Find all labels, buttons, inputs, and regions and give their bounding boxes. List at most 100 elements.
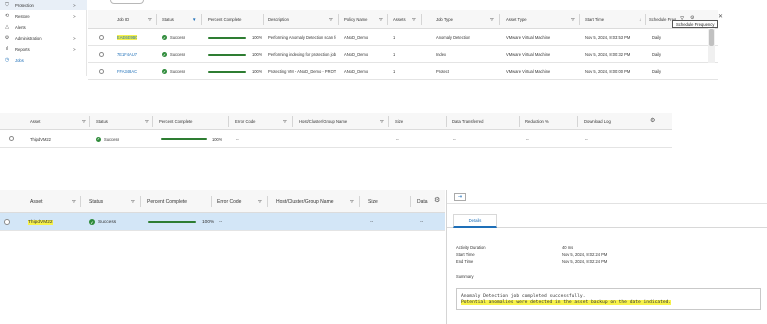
asset-type-cell: VMware Virtual Machine: [506, 69, 551, 74]
col-download-log[interactable]: Download Log: [584, 113, 611, 130]
table-header: Job ID ⛛ Status ▼ Percent Complete Descr…: [88, 10, 718, 29]
filter-icon[interactable]: ⛛: [148, 17, 152, 22]
column-divider: [577, 116, 578, 127]
col-asset[interactable]: Asset: [30, 113, 40, 130]
job-id-link[interactable]: 7E1F4AU7: [117, 52, 137, 57]
filter-icon[interactable]: ⛛: [350, 199, 354, 204]
sort-down-icon[interactable]: ↓: [639, 17, 641, 22]
table-row[interactable]: 7E1F4AU7 ✓ Success 100% Performing indexi…: [88, 46, 718, 63]
chevron-right-icon: >: [73, 2, 76, 8]
row-radio[interactable]: [99, 69, 104, 74]
table-row[interactable]: EAE6E9B0 ✓ Success 100% Performing Anomal…: [88, 29, 718, 46]
column-divider: [388, 116, 389, 127]
table-row[interactable]: ThipdVM22 ✓ Success 100% -- -- -- -- --: [0, 130, 672, 148]
filter-icon[interactable]: ⛛: [131, 199, 135, 204]
filter-icon[interactable]: ⛛: [490, 17, 494, 22]
job-id-link[interactable]: FFA348AC: [117, 69, 137, 74]
col-percent-complete[interactable]: Percent Complete: [147, 190, 187, 213]
reports-icon: ıl: [5, 46, 9, 52]
filter-icon[interactable]: ⛛: [283, 119, 287, 124]
col-percent-complete[interactable]: Percent Complete: [208, 10, 242, 29]
sidebar-item-protection[interactable]: ⛉ Protection >: [0, 0, 87, 10]
size-cell: --: [370, 219, 374, 225]
status-text: Success: [170, 35, 186, 40]
toolbar-button[interactable]: [110, 0, 144, 4]
sidebar-item-administration[interactable]: ⚙ Administration >: [0, 33, 87, 43]
col-start-time[interactable]: Start Time: [585, 10, 604, 29]
column-divider: [421, 14, 422, 25]
col-status[interactable]: Status: [89, 190, 103, 213]
reduction-cell: --: [526, 136, 529, 142]
start-time-cell: Nov 5, 2024, 8:00:32 PM: [585, 52, 631, 57]
col-error-code[interactable]: Error Code: [217, 190, 241, 213]
filter-icon[interactable]: ⛛: [380, 119, 384, 124]
col-asset-type[interactable]: Asset Type: [506, 10, 527, 29]
job-id-link[interactable]: EAE6E9B0: [117, 35, 138, 40]
col-data[interactable]: Data: [417, 190, 428, 213]
assets-cell: 1: [393, 52, 396, 57]
filter-icon[interactable]: ⛛: [82, 119, 86, 124]
col-assets[interactable]: Assets: [393, 10, 406, 29]
col-status[interactable]: Status: [96, 113, 108, 130]
filter-icon[interactable]: ⛛: [329, 17, 333, 22]
drawer-header: ⇥: [447, 190, 767, 204]
tab-details[interactable]: Details: [453, 214, 497, 228]
col-status[interactable]: Status: [162, 10, 174, 29]
job-type-cell: Anomaly Detection: [436, 35, 471, 40]
col-data-transferred[interactable]: Data Transferred: [452, 113, 483, 130]
row-radio[interactable]: [99, 35, 104, 40]
chevron-right-icon: >: [73, 35, 76, 41]
col-size[interactable]: Size: [368, 190, 378, 213]
close-icon[interactable]: ✕: [718, 13, 723, 20]
collapse-drawer-button[interactable]: ⇥: [454, 193, 466, 201]
percent-text: 100%: [212, 136, 223, 142]
policy-name-cell: ANoD_Demo: [344, 35, 369, 40]
status-text: Success: [98, 219, 117, 225]
sidebar-item-alerts[interactable]: △ Alerts: [0, 22, 87, 32]
column-divider: [359, 196, 360, 207]
status-text: Success: [170, 69, 186, 74]
jobs-panel: ⛉ Protection > ⟲ Restore > △ Alerts ⚙ Ad…: [0, 0, 767, 80]
filter-active-icon[interactable]: ▼: [192, 17, 196, 22]
sidebar-item-jobs[interactable]: ◷ Jobs: [0, 55, 87, 65]
table-row-selected[interactable]: ThipdVM22 ✓ Success 100% -- -- --: [0, 213, 445, 231]
percent-cell: 100%: [208, 29, 262, 46]
sidebar-item-reports[interactable]: ıl Reports >: [0, 44, 87, 54]
row-radio[interactable]: [99, 52, 104, 57]
scrollbar-thumb[interactable]: [709, 29, 714, 46]
filter-icon[interactable]: ⛛: [72, 199, 76, 204]
col-job-type[interactable]: Job Type: [436, 10, 453, 29]
sidebar-item-restore[interactable]: ⟲ Restore >: [0, 11, 87, 21]
filter-icon[interactable]: ⛛: [412, 17, 416, 22]
col-policy-name[interactable]: Policy Name: [344, 10, 368, 29]
asset-detail-panel: Asset ⛛ Status ⛛ Percent Complete Error …: [0, 190, 767, 324]
col-size[interactable]: Size: [395, 113, 403, 130]
activity-duration-value: 40 ms: [562, 245, 574, 250]
filter-icon[interactable]: ⛛: [258, 199, 262, 204]
filter-icon[interactable]: ⛛: [145, 119, 149, 124]
col-description[interactable]: Description: [268, 10, 289, 29]
col-error-code[interactable]: Error Code: [235, 113, 255, 130]
row-radio[interactable]: [9, 136, 14, 141]
schedule-cell: Daily: [652, 69, 662, 74]
col-job-id[interactable]: Job ID: [117, 10, 129, 29]
col-host[interactable]: Host/Cluster/Group Name: [299, 113, 347, 130]
row-radio[interactable]: [4, 219, 10, 225]
col-reduction[interactable]: Reduction %: [525, 113, 549, 130]
start-time-label: Start Time: [456, 252, 475, 257]
progress-bar: [161, 138, 207, 140]
table-row[interactable]: FFA348AC ✓ Success 100% Protecting VM - A…: [88, 63, 718, 80]
download-log-cell: --: [585, 136, 588, 142]
filter-icon[interactable]: ⛛: [379, 17, 383, 22]
col-asset[interactable]: Asset: [30, 190, 43, 213]
vertical-scrollbar[interactable]: [708, 27, 715, 63]
column-divider: [410, 196, 411, 207]
size-cell: --: [396, 136, 399, 142]
filter-icon[interactable]: ⛛: [571, 17, 575, 22]
progress-bar: [208, 70, 246, 73]
table-header: Asset ⛛ Status ⛛ Percent Complete Error …: [0, 190, 445, 213]
col-host[interactable]: Host/Cluster/Group Name: [276, 190, 334, 213]
settings-icon[interactable]: ⚙: [434, 196, 440, 204]
col-percent-complete[interactable]: Percent Complete: [159, 113, 193, 130]
settings-icon[interactable]: ⚙: [650, 117, 655, 124]
